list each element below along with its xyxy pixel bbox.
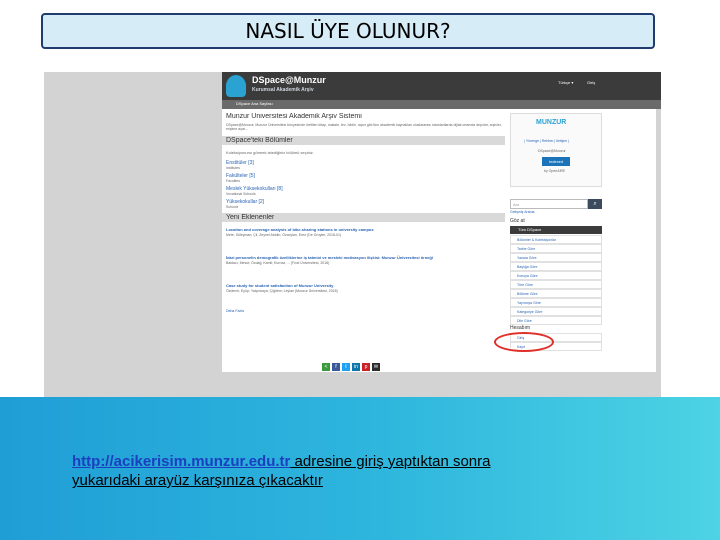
more-link[interactable]: Daha Fazla	[226, 309, 244, 313]
email-icon[interactable]: ✉	[372, 363, 380, 371]
browse-item[interactable]: Yayıncıya Göre	[510, 298, 602, 307]
community-sub: Institutes	[226, 166, 241, 170]
breadcrumb-home-link[interactable]: DSpace Ana Sayfası	[236, 101, 273, 106]
main-heading: Munzur Üniversitesi Akademik Arşiv Siste…	[226, 113, 362, 120]
browse-item[interactable]: Bölümler & Koleksiyonlar	[510, 235, 602, 244]
search-input[interactable]: Ara	[510, 199, 588, 209]
dspace-screenshot: DSpace@Munzur Kurumsal Akademik Arşiv Tü…	[44, 72, 661, 397]
browse-title: Göz at	[510, 218, 525, 224]
community-sub: Faculties	[226, 179, 241, 183]
munzur-logo: MUNZUR	[536, 119, 567, 126]
share-icon[interactable]: <	[322, 363, 330, 371]
language-selector[interactable]: Türkçe ▾	[558, 80, 573, 85]
community-sub: Vocational Schools	[226, 192, 256, 196]
dspace-content: Munzur Üniversitesi Akademik Arşiv Siste…	[222, 109, 656, 372]
community-sub: Schools	[226, 205, 239, 209]
browse-item[interactable]: Bölüme Göre	[510, 289, 602, 298]
browse-item[interactable]: Konuya Göre	[510, 271, 602, 280]
sidebar-links[interactable]: | Yönerge | Rehber | İletişim |	[524, 139, 569, 143]
dspace-logo-icon	[226, 75, 246, 97]
breadcrumb: DSpace Ana Sayfası	[222, 100, 661, 109]
caption-text: adresine giriş yaptıktan sonra	[290, 453, 491, 470]
communities-title: DSpace'teki Bölümler	[226, 137, 293, 144]
communities-hint: Koleksiyonunu görmek istediğiniz bölümü …	[226, 150, 314, 155]
highlight-ring	[494, 332, 554, 352]
linkedin-icon[interactable]: in	[352, 363, 360, 371]
slide-title: NASIL ÜYE OLUNUR?	[41, 13, 655, 49]
browse-item[interactable]: Başlığa Göre	[510, 262, 602, 271]
account-title: Hesabım	[510, 325, 531, 331]
recent-item-title[interactable]: İdari personelin demografik özelliklerin…	[226, 255, 504, 260]
caption-url-link[interactable]: http://acikerisim.munzur.edu.tr	[72, 453, 290, 470]
browse-item[interactable]: Dile Göre	[510, 316, 602, 325]
search-placeholder: Ara	[513, 202, 520, 207]
recent-item-meta: Mete, Süleyman; Çil, Zeynel Abidin; Özce…	[226, 233, 342, 237]
browse-item[interactable]: Tarihe Göre	[510, 244, 602, 253]
twitter-icon[interactable]: t	[342, 363, 350, 371]
caption-text-line2: yukarıdaki arayüz karşınıza çıkacaktır	[72, 472, 323, 489]
dspace-title: DSpace@Munzur	[252, 75, 326, 85]
login-link[interactable]: Giriş	[587, 80, 595, 85]
recent-item-title[interactable]: Case study for student satisfaction of M…	[226, 283, 504, 288]
recent-item-title[interactable]: Location and coverage analysis of bike-s…	[226, 227, 504, 232]
facebook-icon[interactable]: f	[332, 363, 340, 371]
intro-text: DSpace@Munzur, Munzur Üniversitesi bünye…	[226, 123, 502, 131]
openaire-label: by OpenAIRE	[544, 169, 566, 173]
recent-item-meta: Baldacı, Mesut; Özdağ, Kamil; Kurnaz, ..…	[226, 261, 330, 265]
dspace-subtitle: Kurumsal Akademik Arşiv	[252, 87, 314, 93]
indexed-badge: Indexed	[542, 157, 570, 166]
share-buttons: < f t in p ✉	[322, 355, 382, 373]
browse-header: Tüm DSpace	[510, 226, 602, 234]
dspace-header: DSpace@Munzur Kurumsal Akademik Arşiv Tü…	[222, 72, 661, 100]
browse-item[interactable]: Türe Göre	[510, 280, 602, 289]
search-icon[interactable]: ⌕	[588, 199, 602, 209]
recent-title: Yeni Eklenenler	[226, 214, 275, 221]
browse-item[interactable]: Yazara Göre	[510, 253, 602, 262]
advanced-search-link[interactable]: Gelişmiş Arama	[510, 210, 535, 214]
pinterest-icon[interactable]: p	[362, 363, 370, 371]
slide-caption: http://acikerisim.munzur.edu.tr adresine…	[72, 452, 632, 490]
badge-label: DSpace@Munzur	[538, 149, 566, 153]
recent-item-meta: Özdemir, Eyüp; Yalçınkaya, Çiğdem; Leyla…	[226, 289, 338, 293]
browse-item[interactable]: Kategoriye Göre	[510, 307, 602, 316]
